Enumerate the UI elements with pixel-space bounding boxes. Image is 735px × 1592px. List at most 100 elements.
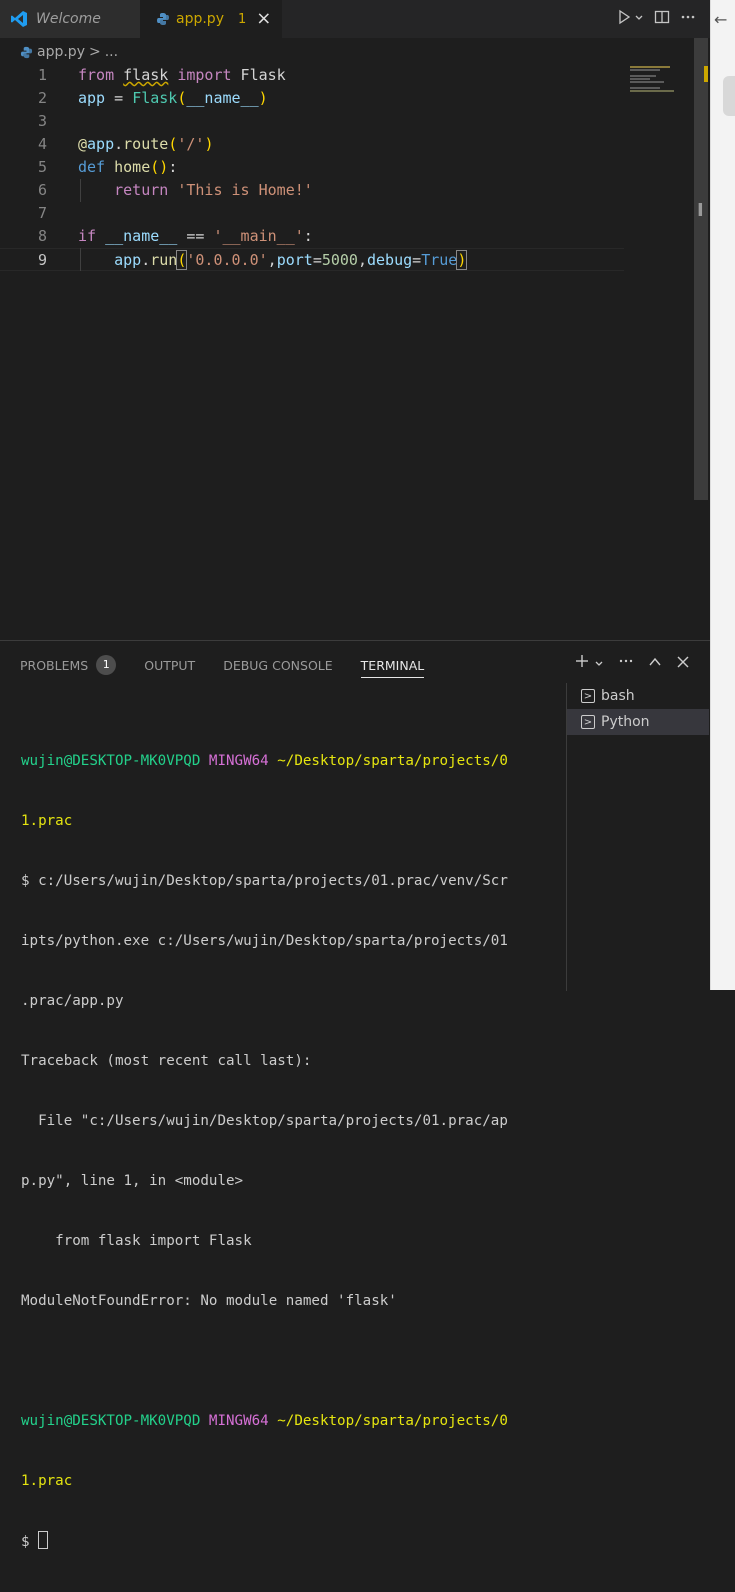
- more-actions-icon[interactable]: [618, 653, 634, 673]
- problems-count-badge: 1: [96, 655, 117, 675]
- terminal-session-list: > bash > Python: [566, 683, 709, 991]
- tab-problems-label: PROBLEMS: [20, 657, 89, 673]
- line-number: 2: [37, 89, 47, 107]
- maximize-panel-icon[interactable]: [648, 654, 662, 673]
- code-token: app: [87, 135, 115, 153]
- tab-output[interactable]: OUTPUT: [144, 658, 195, 673]
- code-text: return 'This is Home!': [78, 179, 313, 202]
- code-token: home: [114, 158, 151, 176]
- code-line[interactable]: 1 from flask import Flask: [0, 64, 624, 87]
- panel-tabs: PROBLEMS 1 OUTPUT DEBUG CONSOLE TERMINAL: [20, 653, 452, 678]
- more-actions-icon[interactable]: [680, 9, 696, 29]
- code-line[interactable]: 3: [0, 110, 624, 133]
- terminal-session-bash[interactable]: > bash: [567, 683, 709, 709]
- tab-app-py-label: app.py: [176, 11, 224, 27]
- terminal-host: MINGW64: [208, 1413, 269, 1429]
- code-token: '0.0.0.0': [186, 251, 268, 269]
- code-token: if: [78, 227, 97, 245]
- code-token: ): [258, 89, 268, 107]
- code-token: ): [456, 250, 468, 270]
- minimap[interactable]: [630, 66, 692, 92]
- code-token: Flask: [132, 89, 178, 107]
- terminal-path: ~/Desktop/sparta/projects/0: [277, 1413, 508, 1429]
- tab-app-py[interactable]: app.py 1 ×: [140, 0, 282, 38]
- code-token: 'This is Home!': [177, 181, 313, 199]
- tab-debug-console-label: DEBUG CONSOLE: [223, 657, 333, 673]
- code-token: ,: [267, 251, 277, 269]
- code-token: def: [78, 158, 106, 176]
- code-token: app: [114, 251, 142, 269]
- terminal-cursor: [38, 1531, 49, 1549]
- terminal-icon: >: [581, 689, 595, 703]
- tab-debug-console[interactable]: DEBUG CONSOLE: [223, 658, 332, 673]
- split-editor-icon[interactable]: [654, 9, 670, 29]
- code-text: app = Flask(__name__): [78, 87, 268, 110]
- breadcrumb-separator: >: [88, 44, 101, 60]
- code-token: run: [150, 251, 178, 269]
- terminal-prompt-line: wujin@DESKTOP-MK0VPQD MINGW64 ~/Desktop/…: [21, 1411, 541, 1431]
- terminal-path-cont: 1.prac: [21, 813, 73, 829]
- code-line[interactable]: 4 @app.route('/'): [0, 133, 624, 156]
- tab-welcome[interactable]: Welcome: [0, 0, 140, 38]
- code-token: =: [312, 251, 322, 269]
- code-token: port: [276, 251, 313, 269]
- code-token: __name__: [186, 89, 259, 107]
- tab-problems[interactable]: PROBLEMS 1: [20, 655, 117, 675]
- line-number: 6: [37, 181, 47, 199]
- new-terminal-icon[interactable]: [574, 653, 590, 673]
- code-token: ==: [177, 227, 214, 245]
- code-token: (): [150, 158, 169, 176]
- code-line[interactable]: 8 if __name__ == '__main__':: [0, 225, 624, 248]
- code-text: app.run('0.0.0.0',port=5000,debug=True): [78, 249, 468, 272]
- line-number: 9: [37, 251, 47, 269]
- run-python-file-icon[interactable]: [616, 9, 632, 29]
- line-number: 1: [37, 66, 47, 84]
- editor-scrollbar[interactable]: I: [694, 38, 708, 500]
- terminal-path: ~/Desktop/sparta/projects/0: [277, 753, 508, 769]
- chevron-down-icon[interactable]: [594, 654, 604, 673]
- code-token: True: [421, 251, 458, 269]
- terminal-output[interactable]: wujin@DESKTOP-MK0VPQD MINGW64 ~/Desktop/…: [21, 711, 541, 1592]
- code-token: :: [303, 227, 313, 245]
- code-text: from flask import Flask: [78, 64, 286, 87]
- code-line[interactable]: 9 app.run('0.0.0.0',port=5000,debug=True…: [0, 248, 624, 271]
- close-panel-icon[interactable]: [676, 654, 690, 673]
- tab-output-label: OUTPUT: [144, 657, 196, 673]
- tab-welcome-label: Welcome: [36, 11, 101, 27]
- code-token: .: [114, 135, 124, 153]
- code-line[interactable]: 7: [0, 202, 624, 225]
- terminal-input-line[interactable]: $: [21, 1531, 541, 1552]
- breadcrumb-more[interactable]: ...: [105, 44, 118, 60]
- code-line[interactable]: 5 def home():: [0, 156, 624, 179]
- terminal-blank: [21, 1351, 541, 1371]
- code-token: ,: [357, 251, 367, 269]
- chevron-down-icon[interactable]: [634, 12, 644, 27]
- panel-actions: [574, 653, 690, 673]
- breadcrumb: app.py > ...: [20, 42, 118, 62]
- editor-actions: [616, 0, 696, 38]
- code-token: flask: [123, 66, 169, 84]
- terminal-session-label: Python: [601, 714, 650, 730]
- right-side-window-edge: ←: [710, 0, 735, 990]
- terminal-session-label: bash: [601, 688, 635, 704]
- code-token: from: [78, 66, 115, 84]
- line-number: 3: [37, 112, 47, 130]
- terminal-session-python[interactable]: > Python: [567, 709, 709, 735]
- code-text: def home():: [78, 156, 177, 179]
- code-token: ): [204, 135, 214, 153]
- code-text: if __name__ == '__main__':: [78, 225, 313, 248]
- code-line[interactable]: 6 return 'This is Home!': [0, 179, 624, 202]
- close-tab-icon[interactable]: ×: [256, 10, 271, 28]
- code-line[interactable]: 2 app = Flask(__name__): [0, 87, 624, 110]
- tab-terminal[interactable]: TERMINAL: [360, 658, 425, 678]
- back-arrow-icon[interactable]: ←: [714, 10, 727, 29]
- terminal-line: Traceback (most recent call last):: [21, 1053, 312, 1069]
- problem-count-badge: 1: [237, 11, 247, 27]
- line-number: 8: [37, 227, 47, 245]
- code-editor[interactable]: 1 from flask import Flask 2 app = Flask(__n…: [0, 64, 694, 640]
- code-token: '/': [177, 135, 205, 153]
- indent-guide: [80, 248, 81, 271]
- breadcrumb-file[interactable]: app.py: [37, 44, 85, 60]
- python-file-icon: [157, 13, 169, 25]
